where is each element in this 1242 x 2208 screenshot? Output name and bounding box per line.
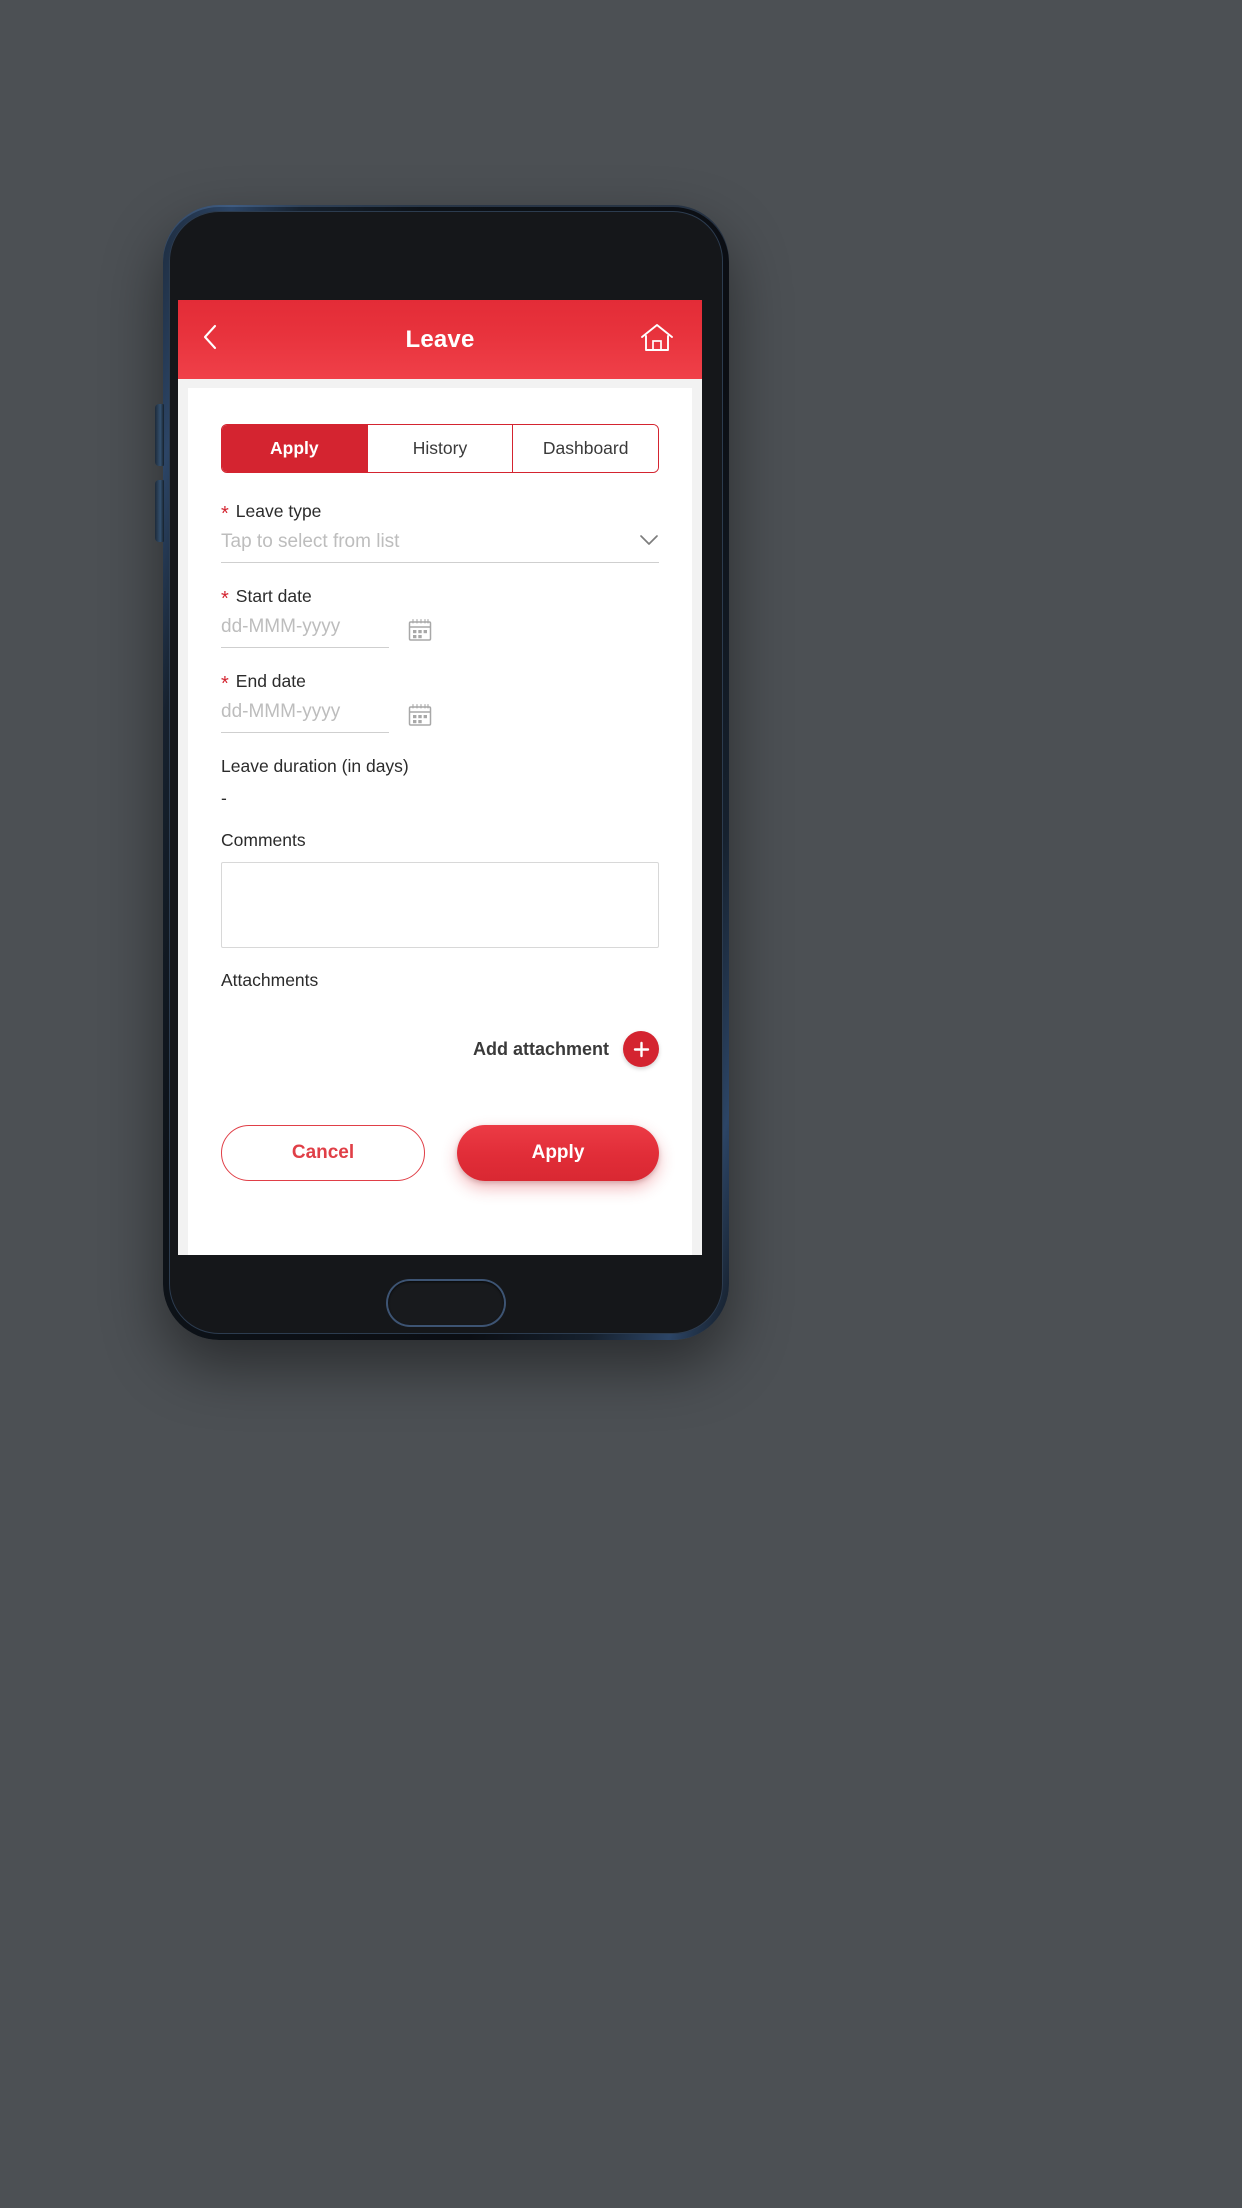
- end-date-label-row: * End date: [221, 671, 659, 695]
- leave-duration-value: -: [221, 788, 227, 808]
- page-scroll-area[interactable]: Apply History Dashboard * Leave type Tap…: [178, 379, 702, 1255]
- end-date-label: End date: [235, 671, 306, 691]
- tab-dashboard-label: Dashboard: [542, 438, 629, 458]
- home-button-icon-target[interactable]: [626, 300, 688, 379]
- start-date-label-row: * Start date: [221, 586, 659, 610]
- cancel-button[interactable]: Cancel: [221, 1125, 425, 1181]
- tab-apply-label: Apply: [270, 438, 319, 458]
- field-attachments: Attachments Add attachment: [221, 970, 659, 1067]
- back-button[interactable]: [178, 300, 240, 379]
- start-date-row: [221, 616, 659, 648]
- content-card: Apply History Dashboard * Leave type Tap…: [188, 388, 692, 1255]
- phone-screen: Leave Apply History Dashboard * Leave ty…: [178, 300, 702, 1255]
- tab-dashboard[interactable]: Dashboard: [513, 425, 658, 472]
- tab-bar: Apply History Dashboard: [221, 424, 659, 473]
- add-attachment-label: Add attachment: [472, 1038, 609, 1059]
- action-button-row: Cancel Apply: [221, 1125, 659, 1181]
- leave-type-select[interactable]: Tap to select from list: [221, 531, 659, 563]
- home-icon: [640, 322, 674, 358]
- tab-history[interactable]: History: [367, 425, 514, 472]
- apply-button[interactable]: Apply: [457, 1125, 659, 1181]
- hardware-home-button[interactable]: [388, 1281, 504, 1325]
- required-asterisk-icon: *: [221, 588, 229, 610]
- required-asterisk-icon: *: [221, 673, 229, 695]
- field-start-date: * Start date: [221, 586, 659, 648]
- apply-button-label: Apply: [531, 1142, 585, 1163]
- chevron-left-icon: [202, 324, 217, 355]
- screenshot-stage: Leave Apply History Dashboard * Leave ty…: [0, 0, 1242, 2208]
- add-attachment-button[interactable]: Add attachment: [221, 1031, 659, 1067]
- required-asterisk-icon: *: [221, 503, 229, 525]
- calendar-icon[interactable]: [407, 702, 433, 733]
- leave-type-label: Leave type: [235, 501, 322, 521]
- plus-icon[interactable]: [623, 1031, 659, 1067]
- volume-up-button[interactable]: [155, 404, 164, 466]
- leave-type-label-row: * Leave type: [221, 501, 659, 525]
- leave-type-value: Tap to select from list: [221, 531, 400, 552]
- comments-label: Comments: [221, 830, 306, 850]
- end-date-row: [221, 701, 659, 733]
- page-title: Leave: [405, 325, 475, 353]
- app-bar: Leave: [178, 300, 702, 379]
- attachments-label: Attachments: [221, 970, 319, 990]
- tab-history-label: History: [412, 438, 468, 458]
- field-comments: Comments: [221, 830, 659, 948]
- field-leave-duration: Leave duration (in days) -: [221, 756, 659, 809]
- field-end-date: * End date: [221, 671, 659, 733]
- start-date-input[interactable]: [221, 616, 389, 648]
- comments-input[interactable]: [221, 862, 659, 948]
- chevron-down-icon: [639, 533, 659, 551]
- tab-apply[interactable]: Apply: [222, 425, 368, 472]
- field-leave-type: * Leave type Tap to select from list: [221, 501, 659, 563]
- leave-duration-label: Leave duration (in days): [221, 756, 409, 776]
- end-date-input[interactable]: [221, 701, 389, 733]
- start-date-label: Start date: [235, 586, 312, 606]
- cancel-button-label: Cancel: [291, 1142, 355, 1163]
- volume-down-button[interactable]: [155, 480, 164, 542]
- calendar-icon[interactable]: [407, 617, 433, 648]
